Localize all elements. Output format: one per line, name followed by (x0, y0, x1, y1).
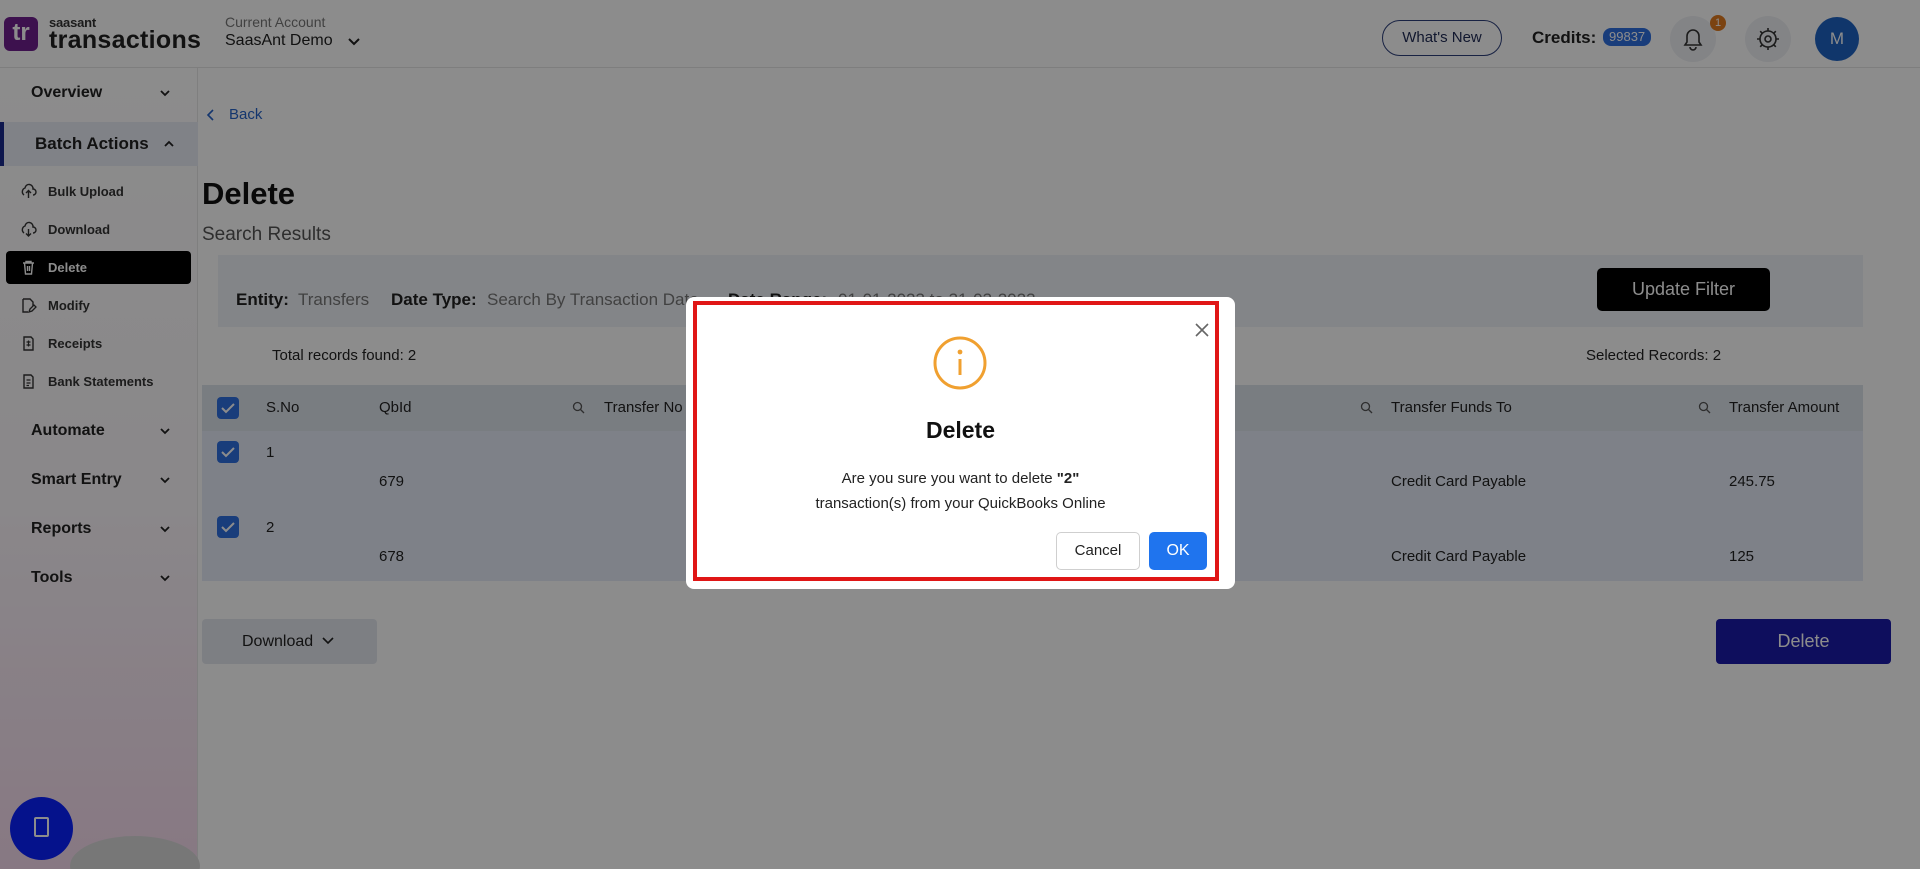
dialog-message-prefix: Are you sure you want to delete (841, 470, 1057, 487)
close-icon[interactable] (1193, 321, 1211, 339)
info-icon (933, 336, 987, 390)
dialog-title: Delete (925, 417, 996, 443)
dialog-message-count: "2" (1056, 470, 1080, 487)
dialog-message-line1: Are you sure you want to delete "2" (686, 470, 1235, 487)
dialog-message-line2: transaction(s) from your QuickBooks Onli… (815, 495, 1106, 512)
ok-button[interactable]: OK (1149, 532, 1207, 570)
delete-confirm-dialog: Delete Are you sure you want to delete "… (686, 297, 1235, 589)
cancel-button[interactable]: Cancel (1056, 532, 1140, 570)
